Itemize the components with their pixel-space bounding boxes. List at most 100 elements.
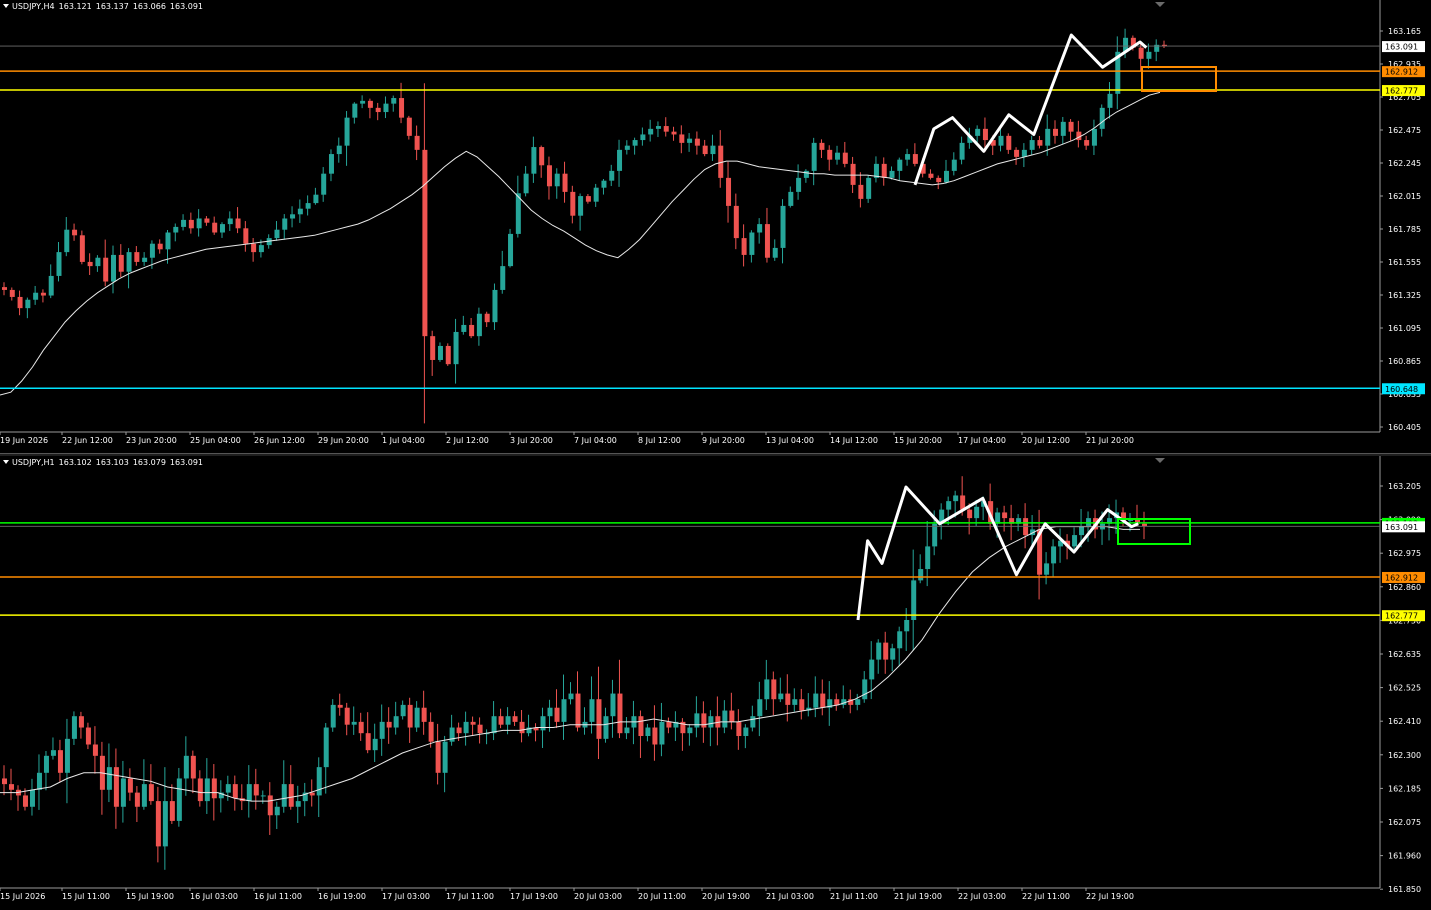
candle-body bbox=[603, 716, 609, 739]
candle-body bbox=[554, 707, 560, 722]
candle-body bbox=[659, 721, 665, 745]
price-level-label: 162.777 bbox=[1385, 87, 1418, 96]
time-tick-label: 22 Jul 19:00 bbox=[1086, 892, 1134, 901]
price-tick-label: 161.555 bbox=[1388, 258, 1421, 267]
candle-body bbox=[456, 727, 462, 734]
chevron-down-icon[interactable] bbox=[3, 460, 9, 464]
candle-body bbox=[862, 679, 868, 700]
ohlc-high: 163.103 bbox=[95, 458, 129, 467]
candle-body bbox=[946, 501, 952, 510]
candle-body bbox=[113, 767, 119, 807]
candle-body bbox=[974, 506, 980, 519]
candle-body bbox=[274, 229, 280, 239]
candle-body bbox=[219, 224, 225, 233]
candle-body bbox=[617, 149, 623, 171]
candle-body bbox=[546, 165, 552, 187]
candle-body bbox=[372, 738, 378, 751]
candle-body bbox=[134, 252, 140, 262]
candlestick-chart-h1[interactable]: 163.205163.090162.975162.860162.750162.6… bbox=[0, 456, 1431, 910]
candle-body bbox=[491, 716, 497, 734]
candle-body bbox=[799, 699, 805, 711]
candle-body bbox=[313, 194, 319, 204]
time-tick-label: 22 Jun 12:00 bbox=[62, 436, 113, 445]
candle-body bbox=[260, 795, 266, 797]
candle-body bbox=[204, 218, 210, 223]
price-level-label: 162.912 bbox=[1385, 573, 1418, 582]
candle-body bbox=[336, 145, 342, 155]
candle-body bbox=[57, 750, 63, 773]
candle-body bbox=[701, 713, 707, 728]
candle-body bbox=[749, 232, 755, 255]
candle-body bbox=[743, 727, 749, 737]
candle-body bbox=[741, 238, 747, 255]
candle-body bbox=[1044, 563, 1050, 575]
candle-body bbox=[367, 100, 373, 108]
price-level-label: 160.648 bbox=[1385, 385, 1418, 394]
candle-body bbox=[876, 642, 882, 660]
candle-body bbox=[547, 707, 553, 717]
time-tick-label: 3 Jul 20:00 bbox=[510, 436, 553, 445]
candle-body bbox=[772, 247, 778, 258]
candle-body bbox=[232, 784, 238, 799]
candle-body bbox=[103, 257, 109, 282]
candlestick-chart-h4[interactable]: 163.165162.935162.705162.475162.245162.0… bbox=[0, 0, 1431, 453]
candle-body bbox=[515, 193, 521, 234]
candle-body bbox=[176, 778, 182, 821]
candle-body bbox=[593, 187, 599, 202]
candle-body bbox=[134, 792, 140, 807]
candle-body bbox=[928, 173, 934, 178]
candle-body bbox=[267, 795, 273, 816]
price-tick-label: 162.860 bbox=[1388, 583, 1421, 592]
price-tick-label: 161.325 bbox=[1388, 291, 1421, 300]
chart-pane-h4[interactable]: USDJPY,H4 163.121 163.137 163.066 163.091 16… bbox=[0, 0, 1431, 455]
candle-body bbox=[539, 147, 545, 166]
candle-body bbox=[351, 721, 357, 725]
candle-body bbox=[162, 801, 168, 847]
candle-body bbox=[435, 741, 441, 773]
time-tick-label: 22 Jul 03:00 bbox=[958, 892, 1006, 901]
candle-body bbox=[358, 721, 364, 734]
candle-body bbox=[330, 704, 336, 728]
candle-body bbox=[352, 103, 358, 118]
time-tick-label: 7 Jul 04:00 bbox=[574, 436, 617, 445]
candle-body bbox=[437, 345, 443, 360]
price-tick-label: 162.475 bbox=[1388, 126, 1421, 135]
current-price-label: 163.091 bbox=[1385, 43, 1418, 52]
candle-body bbox=[253, 784, 259, 796]
candle-body bbox=[722, 710, 728, 728]
chart-shift-marker-icon bbox=[1155, 2, 1165, 7]
candle-body bbox=[274, 806, 280, 816]
candle-body bbox=[702, 145, 708, 155]
candle-body bbox=[531, 147, 537, 174]
price-tick-label: 160.865 bbox=[1388, 357, 1421, 366]
candle-body bbox=[120, 778, 126, 807]
ohlc-close: 163.091 bbox=[169, 2, 204, 11]
candle-body bbox=[967, 509, 973, 519]
candle-body bbox=[570, 191, 576, 216]
time-tick-label: 8 Jul 12:00 bbox=[638, 436, 681, 445]
time-tick-label: 22 Jul 11:00 bbox=[1022, 892, 1070, 901]
candle-body bbox=[399, 98, 405, 118]
candle-body bbox=[671, 131, 677, 135]
price-tick-label: 161.960 bbox=[1388, 852, 1421, 861]
candle-body bbox=[733, 205, 739, 239]
candle-body bbox=[905, 154, 911, 160]
candle-body bbox=[610, 693, 616, 717]
time-tick-label: 9 Jul 20:00 bbox=[702, 436, 745, 445]
candle-body bbox=[998, 135, 1004, 146]
candle-body bbox=[40, 292, 46, 296]
candle-body bbox=[414, 707, 420, 728]
candle-body bbox=[309, 792, 315, 796]
candle-body bbox=[118, 254, 124, 272]
candle-body bbox=[589, 699, 595, 722]
ohlc-open: 163.121 bbox=[58, 2, 92, 11]
candle-body bbox=[505, 716, 511, 725]
candle-body bbox=[288, 784, 294, 807]
candle-body bbox=[461, 324, 467, 332]
candle-body bbox=[337, 704, 343, 708]
candle-body bbox=[282, 218, 288, 230]
candle-body bbox=[421, 707, 427, 722]
chevron-down-icon[interactable] bbox=[3, 4, 9, 8]
candle-body bbox=[25, 299, 31, 309]
chart-pane-h1[interactable]: USDJPY,H1 163.102 163.103 163.079 163.091 16… bbox=[0, 456, 1431, 910]
